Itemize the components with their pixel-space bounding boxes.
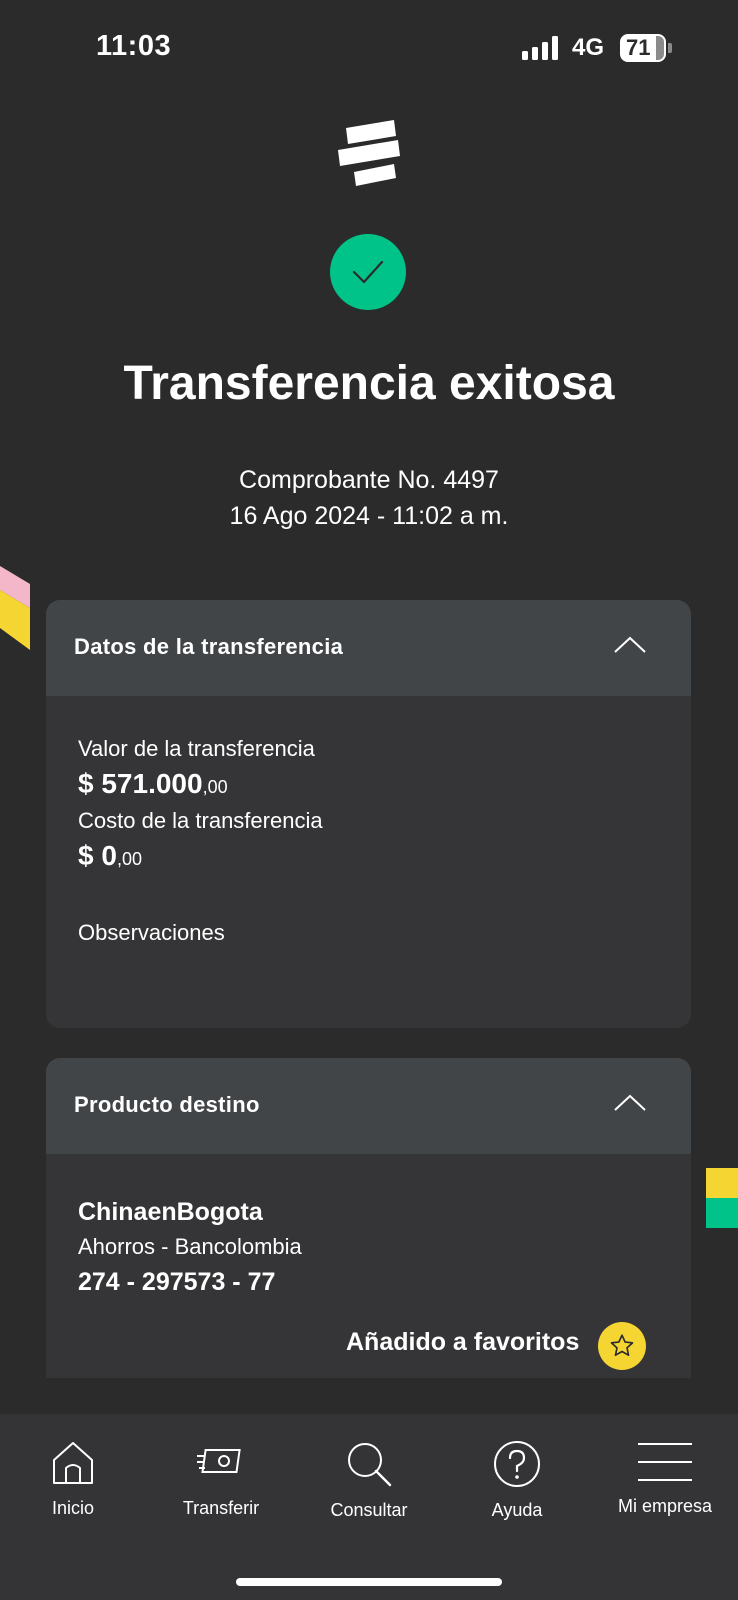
chevron-up-icon[interactable] <box>613 634 647 656</box>
home-icon <box>53 1442 93 1484</box>
nav-transferir[interactable]: Transferir <box>151 1414 291 1519</box>
transfer-cost-amount: $ 0,00 <box>78 840 142 872</box>
nav-ayuda[interactable]: Ayuda <box>447 1414 587 1521</box>
home-indicator[interactable] <box>236 1578 502 1586</box>
search-icon <box>348 1443 392 1487</box>
battery-level: 71 <box>626 35 651 60</box>
transfer-cost-cents: ,00 <box>116 849 142 869</box>
transfer-value-cents: ,00 <box>202 777 228 797</box>
nav-consultar[interactable]: Consultar <box>299 1414 439 1521</box>
decorative-ribbon-left <box>0 566 30 650</box>
transfer-value-label: Valor de la transferencia <box>78 736 315 761</box>
decorative-ribbon-right <box>706 1168 738 1228</box>
star-icon <box>610 1334 634 1357</box>
transfer-details-card: Datos de la transferencia Valor de la tr… <box>46 600 691 1028</box>
success-check-icon <box>330 234 406 310</box>
nav-transferir-label: Transferir <box>182 1498 260 1518</box>
status-time: 11:03 <box>96 30 172 62</box>
recipient-name: ChinaenBogota <box>78 1198 263 1226</box>
transfer-details-title: Datos de la transferencia <box>74 634 344 659</box>
transfer-value-main: $ 571.000 <box>78 768 203 799</box>
transfer-cost-main: $ 0 <box>78 840 117 871</box>
destination-product-header[interactable]: Producto destino <box>46 1058 691 1154</box>
nav-mi-empresa-label: Mi empresa <box>617 1496 713 1516</box>
signal-icon <box>522 36 558 60</box>
account-number: 274 - 297573 - 77 <box>78 1268 276 1296</box>
receipt-number: Comprobante No. 4497 <box>239 466 499 494</box>
favorite-label: Añadido a favoritos <box>346 1328 580 1356</box>
battery-icon: 71 <box>620 34 672 62</box>
chevron-up-icon[interactable] <box>613 1092 647 1114</box>
bancolombia-logo <box>338 120 400 186</box>
nav-inicio-label: Inicio <box>51 1498 95 1518</box>
destination-product-title: Producto destino <box>74 1092 260 1117</box>
nav-ayuda-label: Ayuda <box>491 1500 543 1520</box>
nav-mi-empresa[interactable]: Mi empresa <box>595 1414 735 1517</box>
account-type: Ahorros - Bancolombia <box>78 1234 302 1259</box>
transfer-details-header[interactable]: Datos de la transferencia <box>46 600 691 696</box>
nav-inicio[interactable]: Inicio <box>3 1414 143 1519</box>
nav-consultar-label: Consultar <box>330 1500 408 1520</box>
transfer-icon <box>197 1449 241 1473</box>
notes-label: Observaciones <box>78 920 225 945</box>
transfer-value-amount: $ 571.000,00 <box>78 768 228 800</box>
transfer-cost-label: Costo de la transferencia <box>78 808 323 833</box>
transaction-datetime: 16 Ago 2024 - 11:02 a m. <box>229 502 509 530</box>
destination-product-card: Producto destino ChinaenBogota Ahorros -… <box>46 1058 691 1378</box>
bottom-navigation: Inicio Transferir Consultar Ayuda Mi emp… <box>0 1414 738 1600</box>
favorite-button[interactable] <box>598 1322 646 1370</box>
page-title: Transferencia exitosa <box>123 357 615 410</box>
help-icon <box>494 1441 540 1487</box>
menu-icon <box>638 1443 692 1481</box>
network-type: 4G <box>572 34 605 61</box>
